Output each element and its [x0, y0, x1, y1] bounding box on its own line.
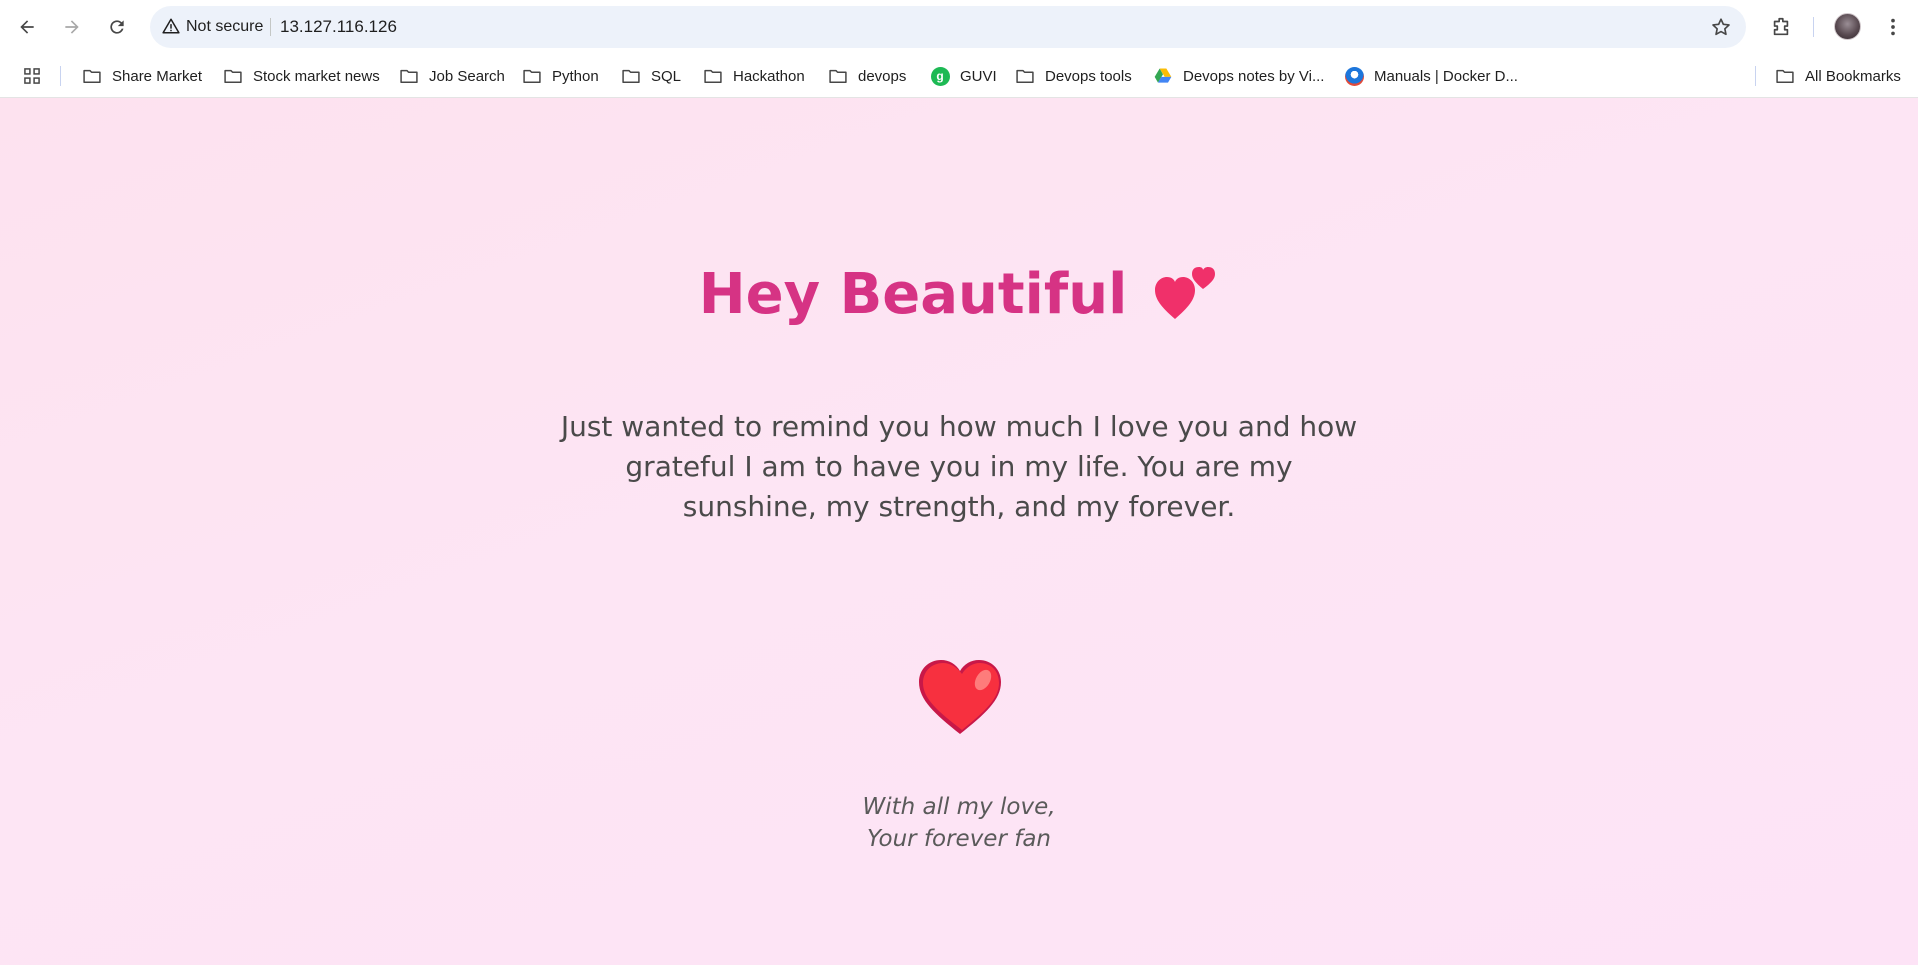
- security-warning-icon[interactable]: [162, 17, 180, 35]
- back-arrow-icon: [20, 20, 34, 34]
- folder-icon: [1775, 66, 1795, 86]
- reload-icon: [110, 20, 124, 34]
- bookmark-job-search[interactable]: Job Search: [395, 62, 509, 90]
- folder-icon: [828, 66, 848, 86]
- apps-grid-button[interactable]: [18, 62, 46, 90]
- address-bar[interactable]: Not secure 13.127.116.126: [150, 6, 1746, 48]
- bookmark-label: GUVI: [960, 67, 997, 85]
- bookmark-label: Hackathon: [733, 67, 805, 85]
- signature-line-2: Your forever fan: [866, 826, 1051, 852]
- bookmarks-bar: Share Market Stock market news Job Searc…: [0, 54, 1918, 98]
- bookmark-label: Manuals | Docker D...: [1374, 67, 1518, 85]
- extensions-icon[interactable]: [1766, 12, 1796, 42]
- bookmark-guvi[interactable]: g GUVI: [926, 62, 1001, 90]
- google-drive-icon: [1153, 66, 1173, 86]
- security-label[interactable]: Not secure: [186, 18, 263, 36]
- menu-kebab-icon[interactable]: [1878, 12, 1908, 42]
- bookmark-share-market[interactable]: Share Market: [78, 62, 206, 90]
- omnibox-divider: [270, 18, 271, 36]
- bookmarks-divider: [60, 66, 61, 86]
- docker-icon: [1344, 66, 1364, 86]
- bookmark-label: Python: [552, 67, 599, 85]
- bookmark-label: Share Market: [112, 67, 203, 85]
- bookmark-devops-tools[interactable]: Devops tools: [1011, 62, 1136, 90]
- love-message: Just wanted to remind you how much I lov…: [560, 410, 1358, 523]
- folder-icon: [399, 66, 419, 86]
- bookmark-label: devops: [858, 67, 907, 85]
- bookmark-label: SQL: [651, 67, 682, 85]
- folder-icon: [703, 66, 723, 86]
- apps-grid-icon: [22, 66, 42, 86]
- bookmark-sql[interactable]: SQL: [617, 62, 685, 90]
- profile-avatar[interactable]: [1834, 13, 1861, 40]
- reload-button[interactable]: [99, 9, 135, 45]
- bookmark-devops[interactable]: devops: [824, 62, 910, 90]
- bookmark-devops-notes[interactable]: Devops notes by Vi...: [1149, 62, 1328, 90]
- page-heading: Hey Beautiful: [0, 261, 1918, 327]
- guvi-icon: g: [930, 66, 950, 86]
- bookmark-docker-manuals[interactable]: Manuals | Docker D...: [1340, 62, 1522, 90]
- folder-icon: [1015, 66, 1035, 86]
- guvi-glyph: g: [930, 66, 950, 86]
- folder-icon: [621, 66, 641, 86]
- bookmark-label: Stock market news: [253, 67, 380, 85]
- bookmark-label: Devops tools: [1045, 67, 1132, 85]
- red-heart-icon: [919, 660, 1001, 734]
- bookmark-label: Job Search: [429, 67, 505, 85]
- love-note: Hey Beautiful Just wanted to remind you …: [0, 98, 1918, 965]
- toolbar-divider: [1813, 17, 1814, 37]
- signature: With all my love, Your forever fan: [0, 791, 1918, 855]
- web-page: Hey Beautiful Just wanted to remind you …: [0, 98, 1918, 965]
- browser-toolbar: Not secure 13.127.116.126: [0, 0, 1918, 54]
- folder-icon: [522, 66, 542, 86]
- url-text[interactable]: 13.127.116.126: [280, 17, 397, 37]
- all-bookmarks-button[interactable]: All Bookmarks: [1771, 62, 1905, 90]
- bookmark-label: Devops notes by Vi...: [1183, 67, 1325, 85]
- signature-line-1: With all my love,: [862, 794, 1056, 820]
- two-hearts-icon: [1155, 267, 1216, 319]
- bookmark-python[interactable]: Python: [518, 62, 603, 90]
- bookmarks-divider: [1755, 66, 1756, 86]
- folder-icon: [223, 66, 243, 86]
- all-bookmarks-label: All Bookmarks: [1805, 67, 1901, 85]
- forward-button[interactable]: [54, 9, 90, 45]
- bookmark-star-icon[interactable]: [1710, 16, 1732, 38]
- folder-icon: [82, 66, 102, 86]
- bookmark-stock-market-news[interactable]: Stock market news: [219, 62, 384, 90]
- bookmark-hackathon[interactable]: Hackathon: [699, 62, 809, 90]
- back-button[interactable]: [9, 9, 45, 45]
- forward-arrow-icon: [65, 20, 79, 34]
- heading-text: Hey Beautiful: [698, 261, 1128, 327]
